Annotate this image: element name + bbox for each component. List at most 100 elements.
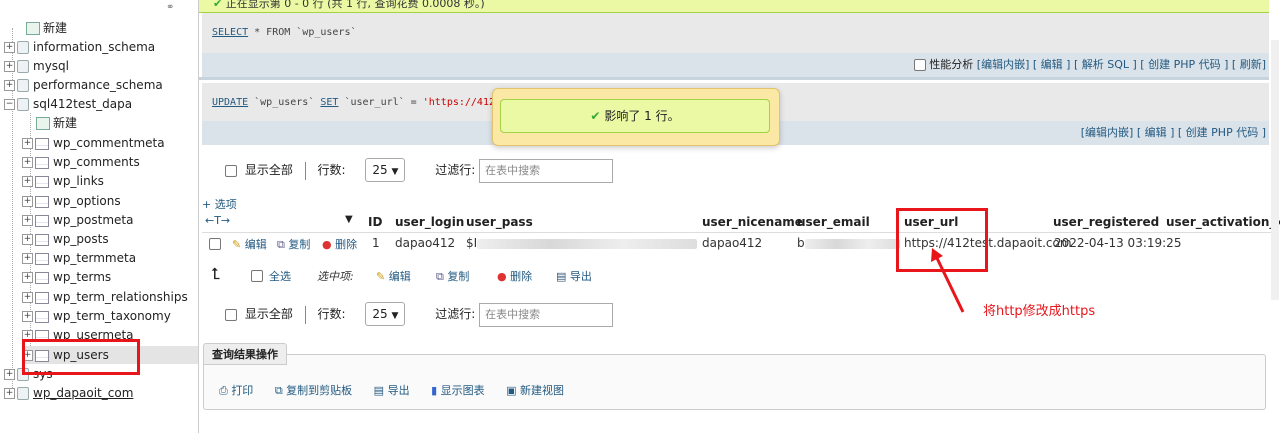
row-edit-link[interactable]: ✎ 编辑 bbox=[232, 236, 267, 252]
table-icon bbox=[35, 291, 49, 304]
sql-keyword-update[interactable]: UPDATE bbox=[212, 97, 248, 108]
edit-inline-link-2[interactable]: [编辑内嵌] bbox=[1081, 126, 1134, 139]
cell-user-login: dapao412 bbox=[395, 236, 456, 250]
sidebar-item-information_schema[interactable]: + information_schema bbox=[4, 38, 155, 56]
expand-icon[interactable]: + bbox=[22, 311, 33, 322]
create-view-button[interactable]: ▣ 新建视图 bbox=[506, 384, 564, 397]
column-header-user-email[interactable]: user_email bbox=[797, 213, 870, 231]
expand-icon[interactable]: + bbox=[22, 157, 33, 168]
scrollbar[interactable] bbox=[1271, 40, 1279, 300]
row-copy-link[interactable]: ⧉ 复制 bbox=[277, 236, 310, 252]
sidebar-item-sql412test_dapa[interactable]: − sql412test_dapa bbox=[4, 95, 132, 113]
check-all-label[interactable]: 全选 bbox=[269, 268, 291, 284]
rows-label-bottom: 行数: bbox=[317, 307, 346, 321]
edit-link-2[interactable]: [ 编辑 ] bbox=[1137, 126, 1175, 139]
checkmark-icon: ✔ bbox=[213, 0, 223, 10]
cell-user-pass: $I bbox=[466, 234, 698, 252]
sql-keyword-select[interactable]: SELECT bbox=[212, 27, 248, 38]
sidebar-item-wp_dapaoit_com[interactable]: + wp_dapaoit_com bbox=[4, 384, 133, 402]
column-header-user-registered[interactable]: user_registered bbox=[1053, 213, 1159, 231]
check-all-checkbox[interactable] bbox=[251, 270, 263, 282]
table-icon bbox=[35, 156, 49, 169]
sidebar-item-wp_terms[interactable]: + wp_terms bbox=[22, 268, 111, 286]
sql-keyword-set[interactable]: SET bbox=[320, 97, 338, 108]
filter-rows-input-bottom[interactable]: 在表中搜索 bbox=[479, 303, 614, 327]
edit-inline-link[interactable]: [编辑内嵌] bbox=[977, 58, 1030, 71]
expand-icon[interactable]: + bbox=[22, 253, 33, 264]
sidebar-item-wp_termmeta[interactable]: + wp_termmeta bbox=[22, 249, 136, 267]
row-delete-link[interactable]: ● 删除 bbox=[322, 236, 357, 252]
expand-icon[interactable]: + bbox=[4, 388, 15, 399]
display-controls-bottom: 显示全部 行数: 25 ▼ 过滤行: 在表中搜索 bbox=[225, 301, 614, 327]
column-header-id[interactable]: ID bbox=[368, 213, 382, 231]
column-header-user-login[interactable]: user_login bbox=[395, 213, 464, 231]
print-button[interactable]: ⎙ 打印 bbox=[219, 384, 253, 397]
expand-icon[interactable]: + bbox=[22, 292, 33, 303]
profiling-checkbox[interactable] bbox=[913, 59, 926, 71]
success-message-bar: ✔ 正在显示第 0 - 0 行 (共 1 行, 查询花费 0.0008 秒。) bbox=[199, 0, 1269, 13]
sidebar-item-wp_term_relationships[interactable]: + wp_term_relationships bbox=[22, 288, 188, 306]
refresh-link[interactable]: [ 刷新] bbox=[1232, 58, 1266, 71]
expand-icon[interactable]: − bbox=[4, 99, 15, 110]
sidebar-item-[interactable]: 新建 bbox=[4, 19, 67, 37]
table-icon bbox=[35, 195, 49, 208]
column-header-user-activation-key[interactable]: user_activation_key bbox=[1166, 213, 1280, 231]
show-all-label-bottom[interactable]: 显示全部 bbox=[245, 307, 293, 321]
expand-icon[interactable]: + bbox=[22, 138, 33, 149]
database-icon bbox=[17, 98, 29, 111]
new-icon bbox=[36, 117, 50, 130]
sidebar-item-wp_comments[interactable]: + wp_comments bbox=[22, 153, 140, 171]
bulk-delete-button[interactable]: ● 删除 bbox=[497, 268, 532, 284]
sidebar-item-wp_options[interactable]: + wp_options bbox=[22, 192, 121, 210]
sidebar-item-[interactable]: 新建 bbox=[22, 114, 77, 132]
sidebar-item-performance_schema[interactable]: + performance_schema bbox=[4, 76, 163, 94]
copy-clipboard-button[interactable]: ⧉ 复制到剪贴板 bbox=[275, 384, 352, 397]
sidebar-item-wp_links[interactable]: + wp_links bbox=[22, 172, 104, 190]
display-chart-button[interactable]: ▮ 显示图表 bbox=[431, 384, 485, 397]
expand-icon[interactable]: + bbox=[22, 215, 33, 226]
show-all-checkbox-bottom[interactable] bbox=[225, 308, 237, 321]
chevron-down-icon: ▼ bbox=[391, 167, 399, 177]
bulk-export-button[interactable]: ▤ 导出 bbox=[556, 268, 592, 284]
rows-select-bottom[interactable]: 25 ▼ bbox=[365, 302, 406, 326]
explain-sql-link[interactable]: [ 解析 SQL ] bbox=[1074, 58, 1137, 71]
expand-icon[interactable]: + bbox=[4, 61, 15, 72]
expand-icon[interactable]: + bbox=[4, 42, 15, 53]
expand-icon[interactable]: + bbox=[22, 234, 33, 245]
sidebar-item-wp_commentmeta[interactable]: + wp_commentmeta bbox=[22, 134, 165, 152]
column-header-user-pass[interactable]: user_pass bbox=[466, 213, 533, 231]
expand-icon[interactable]: + bbox=[22, 272, 33, 283]
sql-set-column: `user_url` = bbox=[338, 97, 423, 108]
show-all-label[interactable]: 显示全部 bbox=[245, 163, 293, 177]
filter-rows-input[interactable]: 在表中搜索 bbox=[479, 159, 614, 183]
copy-icon: ⧉ bbox=[436, 270, 444, 283]
cell-user-registered: 2022-04-13 03:19:25 bbox=[1054, 236, 1182, 250]
rows-select[interactable]: 25 ▼ bbox=[365, 158, 406, 182]
options-link[interactable]: + 选项 bbox=[202, 196, 237, 212]
table-icon bbox=[35, 137, 49, 150]
sidebar-item-wp_postmeta[interactable]: + wp_postmeta bbox=[22, 211, 133, 229]
create-php-link[interactable]: [ 创建 PHP 代码 ] bbox=[1140, 58, 1228, 71]
expand-icon[interactable]: + bbox=[4, 369, 15, 380]
checkmark-icon: ✔ bbox=[590, 109, 601, 123]
export-icon: ▤ bbox=[556, 270, 567, 283]
column-header-user-nicename[interactable]: user_nicename bbox=[702, 213, 803, 231]
expand-icon[interactable]: + bbox=[22, 176, 33, 187]
show-all-checkbox[interactable] bbox=[225, 164, 237, 177]
sort-dropdown-icon[interactable]: ▼ bbox=[345, 214, 353, 225]
bulk-edit-button[interactable]: ✎ 编辑 bbox=[376, 268, 411, 284]
chain-icon[interactable]: ⚭ bbox=[166, 2, 174, 13]
edit-link[interactable]: [ 编辑 ] bbox=[1033, 58, 1071, 71]
column-arrows-icon[interactable]: ←T→ bbox=[205, 214, 230, 227]
display-controls-top: 显示全部 行数: 25 ▼ 过滤行: 在表中搜索 bbox=[225, 157, 614, 183]
expand-icon[interactable]: + bbox=[22, 196, 33, 207]
sidebar-item-wp_posts[interactable]: + wp_posts bbox=[22, 230, 109, 248]
printer-icon: ⎙ bbox=[219, 384, 228, 397]
bulk-copy-button[interactable]: ⧉ 复制 bbox=[436, 268, 469, 284]
row-checkbox[interactable] bbox=[209, 238, 221, 250]
create-php-link-2[interactable]: [ 创建 PHP 代码 ] bbox=[1178, 126, 1266, 139]
export-button[interactable]: ▤ 导出 bbox=[374, 384, 410, 397]
sidebar-item-mysql[interactable]: + mysql bbox=[4, 57, 69, 75]
expand-icon[interactable]: + bbox=[4, 80, 15, 91]
sidebar-item-wp_term_taxonomy[interactable]: + wp_term_taxonomy bbox=[22, 307, 171, 325]
